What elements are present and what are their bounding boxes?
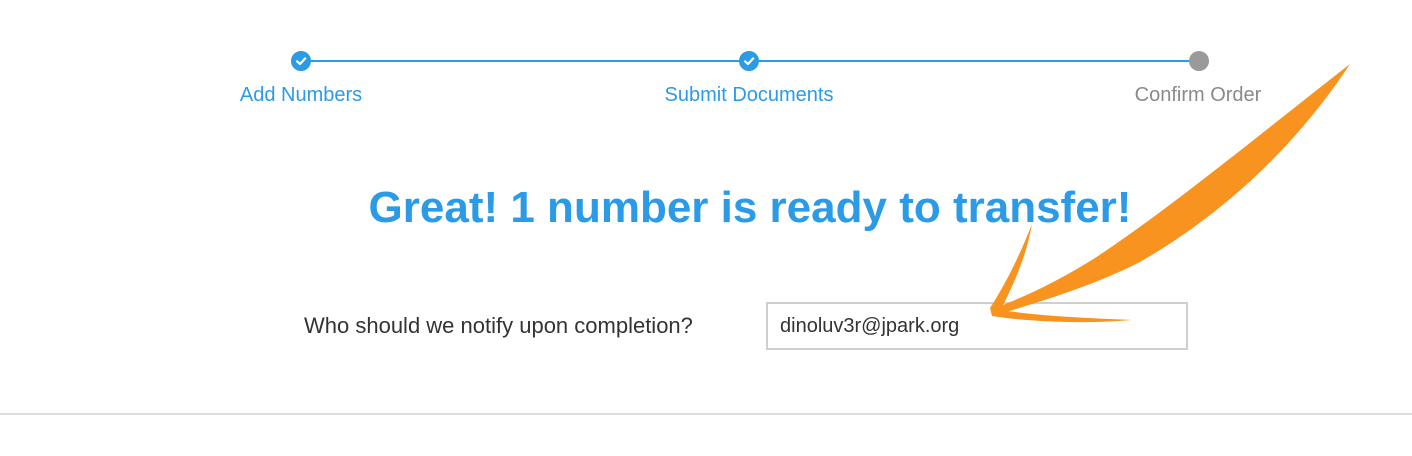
step-label-add-numbers[interactable]: Add Numbers <box>240 82 362 108</box>
notify-email-input[interactable] <box>766 302 1188 350</box>
step-current-dot-icon <box>1189 51 1209 71</box>
section-divider <box>0 413 1412 415</box>
step-label-confirm-order: Confirm Order <box>1134 84 1262 106</box>
step-label-submit-documents[interactable]: Submit Documents <box>665 82 834 108</box>
step-complete-check-icon <box>291 51 311 71</box>
page-headline: Great! 1 number is ready to transfer! <box>368 183 1132 232</box>
notify-label: Who should we notify upon completion? <box>304 313 693 338</box>
step-complete-check-icon <box>739 51 759 71</box>
transfer-confirmation-page: Add Numbers Submit Documents Confirm Ord… <box>0 0 1412 456</box>
